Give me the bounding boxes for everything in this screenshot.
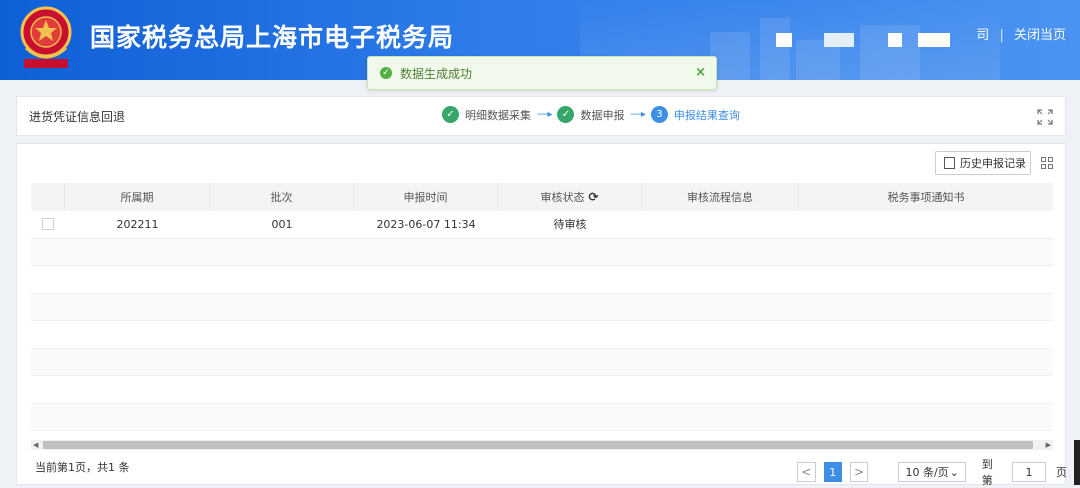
scroll-right-arrow-icon[interactable]: ▶ [1046,440,1051,450]
scrollbar-thumb[interactable] [43,441,1033,449]
row-checkbox[interactable] [42,218,54,231]
tax-emblem-icon [20,6,72,68]
goto-unit: 页 [1056,466,1067,479]
header-period: 所属期 [65,183,210,211]
history-records-button[interactable]: 历史申报记录 [935,151,1031,175]
header-status: 审核状态 ⟳ [498,183,642,211]
page-info: 当前第1页，共1 条 [35,461,130,474]
chevron-down-icon: ⌄ [949,465,959,479]
step-label-collect: 明细数据采集 [465,108,531,122]
next-page-button[interactable]: > [849,462,869,482]
cell-flow [642,211,799,238]
cell-period: 202211 [116,217,159,231]
history-records-label: 历史申报记录 [960,157,1026,170]
header-select [31,183,65,211]
empty-row [31,321,1053,349]
step-indicator: ✓ 明细数据采集 ----▸ ✓ 数据申报 ----▸ 3 申报结果查询 [442,106,740,123]
page-number-button[interactable]: 1 [823,462,842,482]
results-panel: 历史申报记录 所属期 批次 申报时间 审核状态 ⟳ 审核流程信息 税务事项通知书… [16,143,1067,488]
refresh-icon[interactable]: ⟳ [588,190,598,204]
scroll-left-arrow-icon[interactable]: ◀ [33,440,38,450]
fullscreen-icon[interactable] [1037,109,1053,125]
horizontal-scrollbar[interactable]: ◀ ▶ [31,440,1053,450]
row-select-cell [31,211,65,238]
table-body: 202211 001 2023-06-07 11:34 待审核 [31,211,1053,431]
header-status-label: 审核状态 [540,191,585,204]
link-separator: | [999,28,1004,43]
empty-row [31,403,1053,431]
empty-row [31,238,1053,266]
empty-row [31,348,1053,376]
masked-user-info [776,33,792,47]
empty-row [31,266,1053,294]
site-title: 国家税务总局上海市电子税务局 [90,23,455,52]
toast-close-icon[interactable]: × [695,65,706,80]
empty-row [31,376,1053,404]
masked-user-info [824,33,854,47]
masked-user-info [888,33,902,47]
prev-page-button[interactable]: < [797,462,816,482]
masked-user-info [918,33,950,47]
step-arrow: ----▸ [630,109,645,120]
header-time: 申报时间 [354,183,498,211]
cell-time: 2023-06-07 11:34 [376,217,476,231]
success-toast: ✓ 数据生成成功 × [367,56,717,90]
window-edge [1074,440,1080,485]
step-arrow: ----▸ [537,109,552,120]
step-done-icon: ✓ [442,106,459,123]
empty-row [31,293,1053,321]
banner-building-shape [760,18,790,80]
header-notice: 税务事项通知书 [887,191,965,204]
table-row[interactable]: 202211 001 2023-06-07 11:34 待审核 [31,211,1053,239]
step-label-result: 申报结果查询 [673,108,740,122]
company-link[interactable]: 司 [976,28,989,43]
close-page-link[interactable]: 关闭当页 [1014,28,1066,43]
table-header: 所属期 批次 申报时间 审核状态 ⟳ 审核流程信息 税务事项通知书 [31,183,1053,211]
step-current-icon: 3 [650,106,668,123]
step-done-icon: ✓ [557,106,575,123]
goto-page-input[interactable] [1012,462,1046,482]
cell-notice [799,211,1053,238]
page-title: 进货凭证信息回退 [29,110,126,124]
column-settings-icon[interactable] [1041,157,1053,169]
toast-message: 数据生成成功 [400,66,473,81]
cell-status: 待审核 [553,218,587,232]
pagination: < 1 > 10 条/页 ⌄ 到第 页 [797,456,1067,488]
cell-batch: 001 [271,217,293,231]
check-circle-icon: ✓ [380,67,392,79]
goto-label: 到第 [981,458,993,487]
page-size-select[interactable]: 10 条/页 ⌄ [898,462,966,482]
header-links: 司 | 关闭当页 [976,24,1066,43]
page-size-value: 10 条/页 [905,466,949,479]
steps-panel: 进货凭证信息回退 ✓ 明细数据采集 ----▸ ✓ 数据申报 ----▸ 3 申… [16,96,1066,136]
step-label-declare: 数据申报 [580,108,625,122]
header-flow: 审核流程信息 [642,183,799,211]
header-batch: 批次 [210,183,354,211]
document-search-icon [944,157,955,169]
